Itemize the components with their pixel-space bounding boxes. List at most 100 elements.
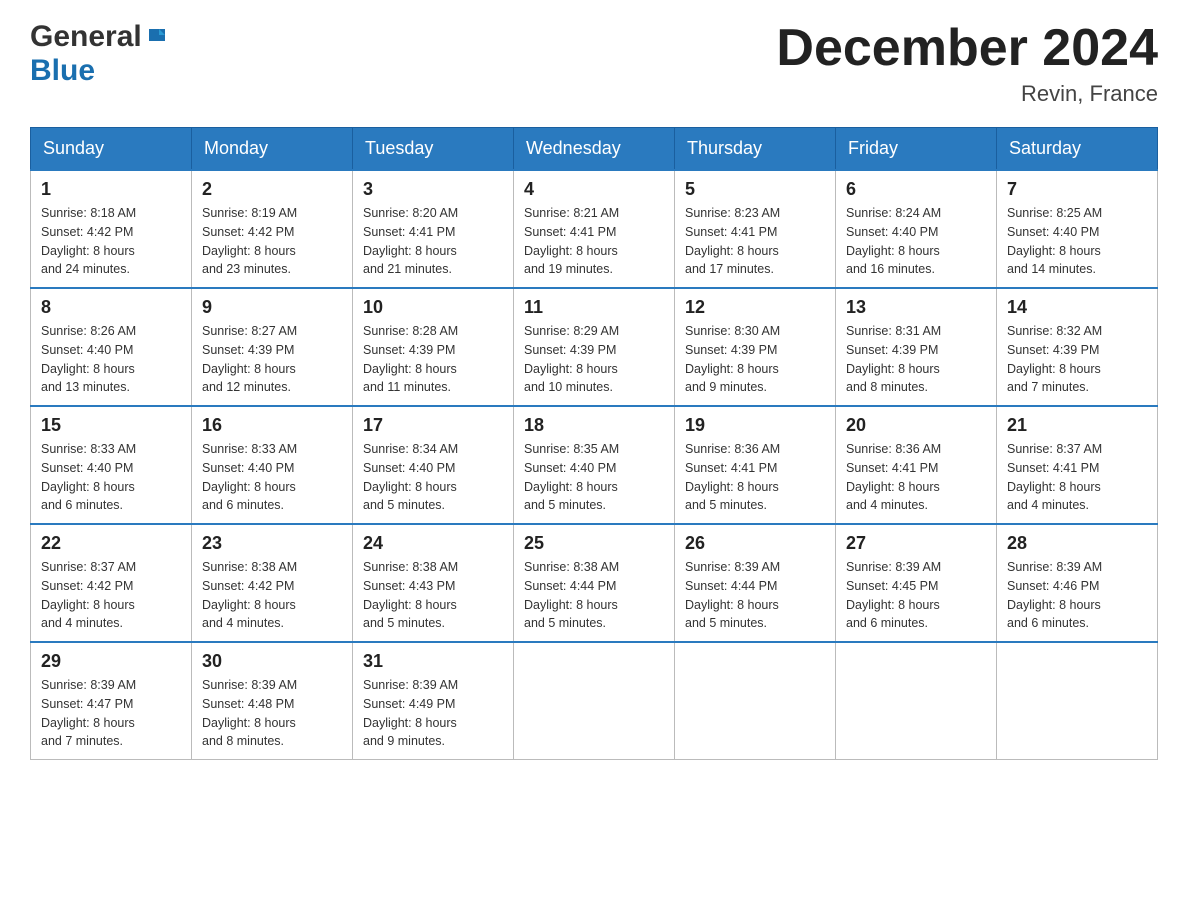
day-info: Sunrise: 8:38 AMSunset: 4:44 PMDaylight:… (524, 558, 664, 633)
calendar-cell: 16 Sunrise: 8:33 AMSunset: 4:40 PMDayligh… (192, 406, 353, 524)
calendar-week-row: 1Sunrise: 8:18 AMSunset: 4:42 PMDaylight… (31, 170, 1158, 288)
calendar-week-row: 8 Sunrise: 8:26 AMSunset: 4:40 PMDaylight… (31, 288, 1158, 406)
day-info: Sunrise: 8:27 AMSunset: 4:39 PMDaylight:… (202, 322, 342, 397)
day-number: 29 (41, 651, 181, 672)
day-info: Sunrise: 8:20 AMSunset: 4:41 PMDaylight:… (363, 204, 503, 279)
calendar-cell: 17 Sunrise: 8:34 AMSunset: 4:40 PMDayligh… (353, 406, 514, 524)
day-info: Sunrise: 8:35 AMSunset: 4:40 PMDaylight:… (524, 440, 664, 515)
day-info: Sunrise: 8:28 AMSunset: 4:39 PMDaylight:… (363, 322, 503, 397)
weekday-header-row: SundayMondayTuesdayWednesdayThursdayFrid… (31, 128, 1158, 171)
day-number: 3 (363, 179, 503, 200)
day-info: Sunrise: 8:39 AMSunset: 4:44 PMDaylight:… (685, 558, 825, 633)
day-number: 4 (524, 179, 664, 200)
logo-blue-text: Blue (30, 54, 95, 87)
day-info: Sunrise: 8:30 AMSunset: 4:39 PMDaylight:… (685, 322, 825, 397)
day-number: 13 (846, 297, 986, 318)
day-number: 27 (846, 533, 986, 554)
calendar-cell: 11 Sunrise: 8:29 AMSunset: 4:39 PMDayligh… (514, 288, 675, 406)
day-info: Sunrise: 8:38 AMSunset: 4:42 PMDaylight:… (202, 558, 342, 633)
day-info: Sunrise: 8:36 AMSunset: 4:41 PMDaylight:… (846, 440, 986, 515)
calendar-cell: 21 Sunrise: 8:37 AMSunset: 4:41 PMDayligh… (997, 406, 1158, 524)
day-number: 18 (524, 415, 664, 436)
day-number: 11 (524, 297, 664, 318)
day-number: 15 (41, 415, 181, 436)
day-number: 19 (685, 415, 825, 436)
logo: General Blue (30, 20, 169, 88)
day-number: 31 (363, 651, 503, 672)
calendar-cell: 26 Sunrise: 8:39 AMSunset: 4:44 PMDayligh… (675, 524, 836, 642)
day-number: 21 (1007, 415, 1147, 436)
calendar-cell (514, 642, 675, 760)
day-info: Sunrise: 8:32 AMSunset: 4:39 PMDaylight:… (1007, 322, 1147, 397)
day-number: 9 (202, 297, 342, 318)
calendar-cell: 31 Sunrise: 8:39 AMSunset: 4:49 PMDayligh… (353, 642, 514, 760)
day-number: 30 (202, 651, 342, 672)
weekday-header-tuesday: Tuesday (353, 128, 514, 171)
calendar-cell: 12 Sunrise: 8:30 AMSunset: 4:39 PMDayligh… (675, 288, 836, 406)
day-info: Sunrise: 8:33 AMSunset: 4:40 PMDaylight:… (41, 440, 181, 515)
weekday-header-friday: Friday (836, 128, 997, 171)
day-info: Sunrise: 8:37 AMSunset: 4:42 PMDaylight:… (41, 558, 181, 633)
calendar-cell: 10 Sunrise: 8:28 AMSunset: 4:39 PMDayligh… (353, 288, 514, 406)
day-info: Sunrise: 8:29 AMSunset: 4:39 PMDaylight:… (524, 322, 664, 397)
day-info: Sunrise: 8:26 AMSunset: 4:40 PMDaylight:… (41, 322, 181, 397)
calendar-cell (836, 642, 997, 760)
day-info: Sunrise: 8:31 AMSunset: 4:39 PMDaylight:… (846, 322, 986, 397)
month-title: December 2024 (776, 20, 1158, 77)
weekday-header-saturday: Saturday (997, 128, 1158, 171)
weekday-header-wednesday: Wednesday (514, 128, 675, 171)
day-number: 12 (685, 297, 825, 318)
calendar-cell: 3 Sunrise: 8:20 AMSunset: 4:41 PMDaylight… (353, 170, 514, 288)
logo-flag-icon (145, 25, 169, 49)
calendar-cell: 25 Sunrise: 8:38 AMSunset: 4:44 PMDayligh… (514, 524, 675, 642)
day-info: Sunrise: 8:39 AMSunset: 4:49 PMDaylight:… (363, 676, 503, 751)
day-number: 5 (685, 179, 825, 200)
calendar-cell: 4Sunrise: 8:21 AMSunset: 4:41 PMDaylight… (514, 170, 675, 288)
day-info: Sunrise: 8:38 AMSunset: 4:43 PMDaylight:… (363, 558, 503, 633)
day-info: Sunrise: 8:39 AMSunset: 4:45 PMDaylight:… (846, 558, 986, 633)
calendar-cell: 19 Sunrise: 8:36 AMSunset: 4:41 PMDayligh… (675, 406, 836, 524)
calendar-cell: 9 Sunrise: 8:27 AMSunset: 4:39 PMDaylight… (192, 288, 353, 406)
calendar-cell: 14Sunrise: 8:32 AMSunset: 4:39 PMDayligh… (997, 288, 1158, 406)
day-info: Sunrise: 8:39 AMSunset: 4:47 PMDaylight:… (41, 676, 181, 751)
weekday-header-monday: Monday (192, 128, 353, 171)
calendar-cell: 24 Sunrise: 8:38 AMSunset: 4:43 PMDayligh… (353, 524, 514, 642)
calendar-cell (675, 642, 836, 760)
weekday-header-thursday: Thursday (675, 128, 836, 171)
location-text: Revin, France (776, 81, 1158, 107)
calendar-cell: 22Sunrise: 8:37 AMSunset: 4:42 PMDayligh… (31, 524, 192, 642)
calendar-cell: 2Sunrise: 8:19 AMSunset: 4:42 PMDaylight… (192, 170, 353, 288)
day-number: 23 (202, 533, 342, 554)
day-info: Sunrise: 8:25 AMSunset: 4:40 PMDaylight:… (1007, 204, 1147, 279)
calendar-cell: 27 Sunrise: 8:39 AMSunset: 4:45 PMDayligh… (836, 524, 997, 642)
calendar-cell: 29 Sunrise: 8:39 AMSunset: 4:47 PMDayligh… (31, 642, 192, 760)
page-header: General Blue December 2024 Revin, France (30, 20, 1158, 107)
day-number: 2 (202, 179, 342, 200)
day-number: 7 (1007, 179, 1147, 200)
calendar-cell: 15 Sunrise: 8:33 AMSunset: 4:40 PMDayligh… (31, 406, 192, 524)
day-number: 6 (846, 179, 986, 200)
day-info: Sunrise: 8:34 AMSunset: 4:40 PMDaylight:… (363, 440, 503, 515)
day-info: Sunrise: 8:24 AMSunset: 4:40 PMDaylight:… (846, 204, 986, 279)
calendar-cell: 1Sunrise: 8:18 AMSunset: 4:42 PMDaylight… (31, 170, 192, 288)
day-info: Sunrise: 8:36 AMSunset: 4:41 PMDaylight:… (685, 440, 825, 515)
day-number: 17 (363, 415, 503, 436)
day-info: Sunrise: 8:39 AMSunset: 4:46 PMDaylight:… (1007, 558, 1147, 633)
weekday-header-sunday: Sunday (31, 128, 192, 171)
calendar-cell: 20Sunrise: 8:36 AMSunset: 4:41 PMDayligh… (836, 406, 997, 524)
day-number: 16 (202, 415, 342, 436)
day-number: 28 (1007, 533, 1147, 554)
day-info: Sunrise: 8:33 AMSunset: 4:40 PMDaylight:… (202, 440, 342, 515)
day-number: 10 (363, 297, 503, 318)
calendar-cell: 6 Sunrise: 8:24 AMSunset: 4:40 PMDaylight… (836, 170, 997, 288)
calendar-week-row: 29 Sunrise: 8:39 AMSunset: 4:47 PMDayligh… (31, 642, 1158, 760)
day-number: 8 (41, 297, 181, 318)
calendar-cell (997, 642, 1158, 760)
day-number: 25 (524, 533, 664, 554)
calendar-cell: 30Sunrise: 8:39 AMSunset: 4:48 PMDayligh… (192, 642, 353, 760)
day-number: 1 (41, 179, 181, 200)
day-info: Sunrise: 8:37 AMSunset: 4:41 PMDaylight:… (1007, 440, 1147, 515)
calendar-cell: 23 Sunrise: 8:38 AMSunset: 4:42 PMDayligh… (192, 524, 353, 642)
day-number: 24 (363, 533, 503, 554)
day-number: 26 (685, 533, 825, 554)
